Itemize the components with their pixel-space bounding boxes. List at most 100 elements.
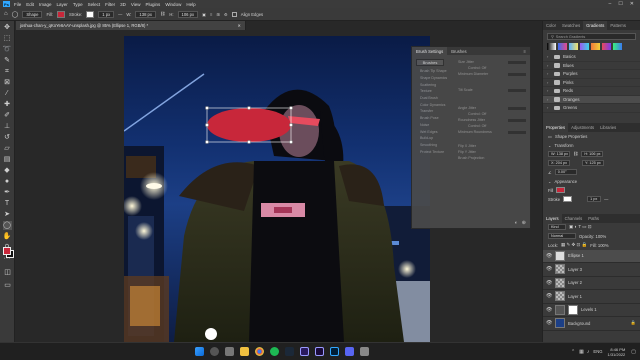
option-color-dynamics[interactable]: Color Dynamics (412, 101, 456, 108)
eye-icon[interactable]: 👁 (546, 266, 552, 272)
prop-stroke-swatch[interactable] (563, 196, 573, 202)
gradient-swatch-6[interactable] (602, 43, 611, 50)
brush-projection-label[interactable]: Brush Projection (458, 156, 484, 160)
folder-blues[interactable]: › Blues (543, 62, 640, 70)
option-brush-tip-shape[interactable]: Brush Tip Shape (412, 68, 456, 75)
ellipse-shape-layer[interactable] (200, 100, 300, 150)
prop-x-field[interactable]: X: 204 px (548, 160, 570, 166)
history-brush-tool-icon[interactable]: ↺ (3, 133, 12, 142)
min-roundness-slider[interactable] (508, 130, 526, 134)
folder-greens[interactable]: › Greens (543, 104, 640, 113)
folder-purples[interactable]: › Purples (543, 70, 640, 79)
prop-fill-swatch[interactable] (556, 187, 566, 193)
tab-color[interactable]: Color (543, 21, 559, 30)
filter-icons[interactable]: ▣ ◐ T ▭ ⊡ (569, 224, 592, 230)
shape-tool-icon[interactable]: ◯ (2, 221, 12, 230)
layer-row-background[interactable]: 👁 Background 🔒 (543, 317, 640, 331)
new-brush-icon[interactable]: ⊕ (522, 220, 526, 226)
minimize-icon[interactable]: – (609, 1, 612, 7)
lock-icons[interactable]: ▦ ✎ ✥ ⊡ 🔒 (561, 242, 587, 248)
crop-tool-icon[interactable]: ⌗ (3, 67, 12, 76)
folder-reds[interactable]: › Reds (543, 87, 640, 96)
option-noise[interactable]: Noise (412, 122, 456, 129)
stroke-width-field[interactable]: 1 px (98, 10, 115, 18)
gradient-swatch-3[interactable] (569, 43, 578, 50)
marquee-tool-icon[interactable]: ⬚ (3, 34, 12, 43)
menu-3d[interactable]: 3D (120, 2, 126, 7)
photoshop-taskbar-icon[interactable] (330, 347, 340, 356)
flip-x-label[interactable]: Flip X Jitter (458, 144, 476, 148)
option-dual-brush[interactable]: Dual Brush (412, 95, 456, 102)
flip-y-label[interactable]: Flip Y Jitter (458, 150, 476, 154)
file-explorer-icon[interactable] (240, 347, 250, 356)
prop-stroke-width[interactable]: 1 px (587, 196, 602, 202)
option-protect-texture[interactable]: Protect Texture (412, 148, 456, 155)
link-icon[interactable]: ⛓ (160, 11, 165, 17)
menu-layer[interactable]: Layer (57, 2, 68, 7)
path-select-tool-icon[interactable]: ➤ (3, 210, 12, 219)
menu-help[interactable]: Help (186, 2, 195, 7)
prop-height-field[interactable]: H: 106 px (581, 151, 604, 157)
panel-menu-icon[interactable]: ≡ (520, 47, 530, 55)
ellipse-fill[interactable] (207, 108, 291, 142)
folder-basics[interactable]: › Basics (543, 53, 640, 62)
gear-icon[interactable]: ⚙ (224, 12, 228, 17)
menu-plugins[interactable]: Plugins (146, 2, 161, 7)
hand-tool-icon[interactable]: ✋ (3, 232, 12, 241)
tab-brush-settings[interactable]: Brush Settings (412, 47, 448, 55)
layer-row-levels-1[interactable]: 👁 Levels 1 (543, 304, 640, 317)
menu-filter[interactable]: Filter (105, 2, 115, 7)
gradient-swatch-7[interactable] (613, 43, 622, 50)
tab-layers[interactable]: Layers (543, 213, 562, 223)
option-smoothing[interactable]: Smoothing (412, 142, 456, 149)
option-build-up[interactable]: Build-up (412, 135, 456, 142)
menu-view[interactable]: View (131, 2, 141, 7)
frame-tool-icon[interactable]: ⊠ (3, 78, 12, 87)
photo-canvas[interactable] (124, 36, 430, 342)
spotify-icon[interactable] (270, 347, 280, 356)
transform-header[interactable]: ⌄ Transform (543, 141, 640, 150)
option-wet-edges[interactable]: Wet Edges (412, 128, 456, 135)
home-icon[interactable]: ⌂ (4, 11, 8, 17)
height-field[interactable]: 106 px (177, 10, 199, 18)
folder-oranges[interactable]: › Oranges (543, 95, 640, 104)
tab-brushes[interactable]: Brushes (447, 47, 470, 55)
angle-jitter-slider[interactable] (508, 106, 526, 110)
size-jitter-slider[interactable] (508, 60, 526, 64)
quick-mask-icon[interactable]: ◫ (3, 268, 12, 277)
foreground-color-swatch[interactable] (3, 247, 11, 255)
layer-row-ellipse-1[interactable]: 👁 Ellipse 1 (543, 249, 640, 263)
opacity-field[interactable]: Opacity: 100% (579, 234, 606, 239)
prop-y-field[interactable]: Y: 125 px (582, 160, 604, 166)
dodge-tool-icon[interactable]: ● (3, 177, 12, 186)
min-diameter-slider[interactable] (508, 72, 526, 76)
gradient-tool-icon[interactable]: ▤ (3, 155, 12, 164)
eye-icon[interactable]: 👁 (546, 253, 552, 259)
eye-icon[interactable]: 👁 (546, 280, 552, 286)
menu-select[interactable]: Select (88, 2, 101, 7)
control-value-3[interactable]: Off (482, 124, 487, 128)
task-view-icon[interactable] (225, 347, 235, 356)
after-effects-icon[interactable] (315, 347, 325, 356)
blend-mode-select[interactable]: Normal (548, 233, 576, 239)
tab-paths[interactable]: Paths (585, 214, 602, 223)
tab-patterns[interactable]: Patterns (607, 21, 629, 30)
steam-icon[interactable] (285, 347, 295, 356)
link-icon[interactable]: ⛓ (573, 151, 578, 157)
tray-up-icon[interactable]: ⌃ (571, 349, 575, 355)
menu-image[interactable]: Image (39, 2, 52, 7)
notification-icon[interactable]: ▢ (631, 349, 636, 355)
type-tool-icon[interactable]: T (3, 199, 12, 208)
photoshop-logo-icon[interactable]: Ps (3, 1, 10, 7)
blur-tool-icon[interactable]: ◆ (3, 166, 12, 175)
discord-icon[interactable] (345, 347, 355, 356)
menu-file[interactable]: File (14, 2, 21, 7)
stamp-tool-icon[interactable]: ⊥ (3, 122, 12, 131)
eye-icon[interactable]: 👁 (546, 307, 552, 313)
search-icon[interactable] (210, 347, 220, 356)
eyedropper-tool-icon[interactable]: ⁄ (3, 89, 12, 98)
appearance-header[interactable]: ⌄ Appearance (543, 177, 640, 186)
option-brush-pose[interactable]: Brush Pose (412, 115, 456, 122)
fill-swatch[interactable] (56, 10, 65, 18)
eye-icon[interactable]: 👁 (546, 320, 552, 326)
